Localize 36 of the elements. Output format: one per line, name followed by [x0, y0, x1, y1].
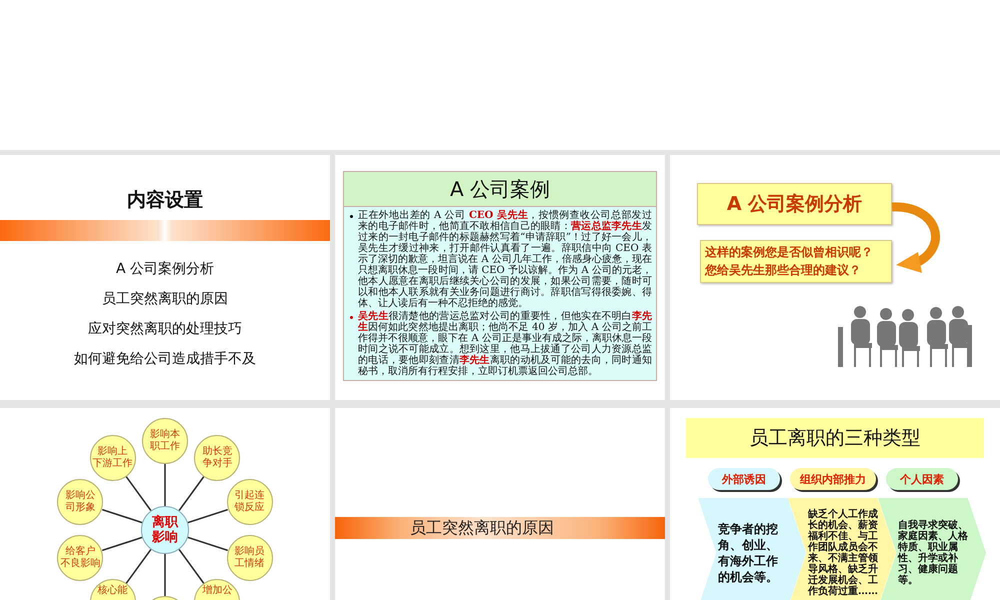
node-label: 司形象: [65, 502, 96, 514]
node-label: 不良影响: [60, 558, 100, 570]
chevron-text: 缺乏个人工作成长的机会、薪资福利不佳、与工作团队成员会不来、不满主管领导风格、缺乏升迁发展机会、工作负荷过重……: [808, 509, 878, 597]
node-label: 职工作: [150, 441, 180, 453]
chevron-text: 自我寻求突破、家庭因素、人格特质、职业属性、升学或补习、健康问题等。: [898, 520, 968, 586]
connector-line: [164, 464, 166, 506]
node-label: 助长竞: [202, 446, 232, 458]
center-label: 离职影响: [151, 515, 179, 545]
node-label: 下游工作: [92, 458, 133, 470]
slide-title: 员工突然离职的原因: [410, 518, 554, 538]
node-label: 给客户: [65, 546, 96, 558]
agenda-item: A 公司案例分析: [116, 260, 214, 279]
node-label: 锁反应: [234, 502, 265, 514]
agenda-item: 应对突然离职的处理技巧: [88, 320, 242, 339]
slide-title: A 公司案例: [343, 171, 657, 207]
node-label: 争对手: [202, 458, 232, 470]
paragraph: 吴先生很清楚他的营运总监对公司的重要性，但他实在不明白李先生因何如此突然地提出离职；他尚不足 40 岁，加入 A 公司之前工作得并不很顺意，眼下在 A 公司正是事业有成之际，离职休息一段时间之说不可能成立。想到这里，他马上拔通了公司人力资源总监的电话，要他即刻查清李先生离职的动机及可能的去向，同时通知秘书，取消所有行程安排，立即订机票返回公司总部。: [358, 311, 652, 377]
paragraph: 正在外地出差的 A 公司 CEO 吴先生，按惯例查收公司总部发过来的电子邮件时，他简直不敢相信自己的眼睛：营运总监李先生发过来的一封电子邮件的标题赫然写着“申请辞职”！过了好一会儿，吴先生才缓过神来，打开邮件认真看了一遍。辞职信中向 CEO 表示了深切的歉意，坦言说在 A 公司几年工作，倍感身心疲惫，现在只想离职休息一段时间，请 CEO 予以谅解。作为 A 公司的元老，他本人愿意在离职后继续关心公司的发展，如果公司需要，随时可以和他本人联系就有关业务问题进行商讨。辞职信写得很委婉、得体、让人读后有一种不忍拒绝的感觉。: [358, 210, 652, 309]
node-label: 影响公: [65, 490, 96, 502]
node-label: 增加公: [202, 585, 232, 597]
connector-line: [164, 554, 166, 596]
curved-arrow-icon: [892, 202, 940, 273]
node-label: 引起连: [234, 490, 265, 502]
slide-title: 内容设置: [126, 188, 204, 213]
question-text: 这样的案例您是否似曾相识呢？: [705, 244, 874, 261]
agenda-item: 如何避免给公司造成措手不及: [74, 350, 256, 369]
node-label: 影响本: [150, 429, 180, 441]
chevron-text: 竞争者的挖角、创业、有海外工作的机会等。: [718, 521, 779, 585]
node-label: 影响员: [234, 546, 265, 558]
node-label: 影响上: [98, 446, 128, 458]
slide-title: 员工离职的三种类型: [686, 418, 984, 458]
node-label: 工情绪: [234, 558, 265, 570]
slide-title: A 公司案例分析: [697, 183, 892, 225]
agenda-item: 员工突然离职的原因: [102, 290, 228, 309]
node-label: 核心能: [98, 585, 128, 597]
question-text: 您给吴先生那些合理的建议？: [705, 262, 862, 280]
